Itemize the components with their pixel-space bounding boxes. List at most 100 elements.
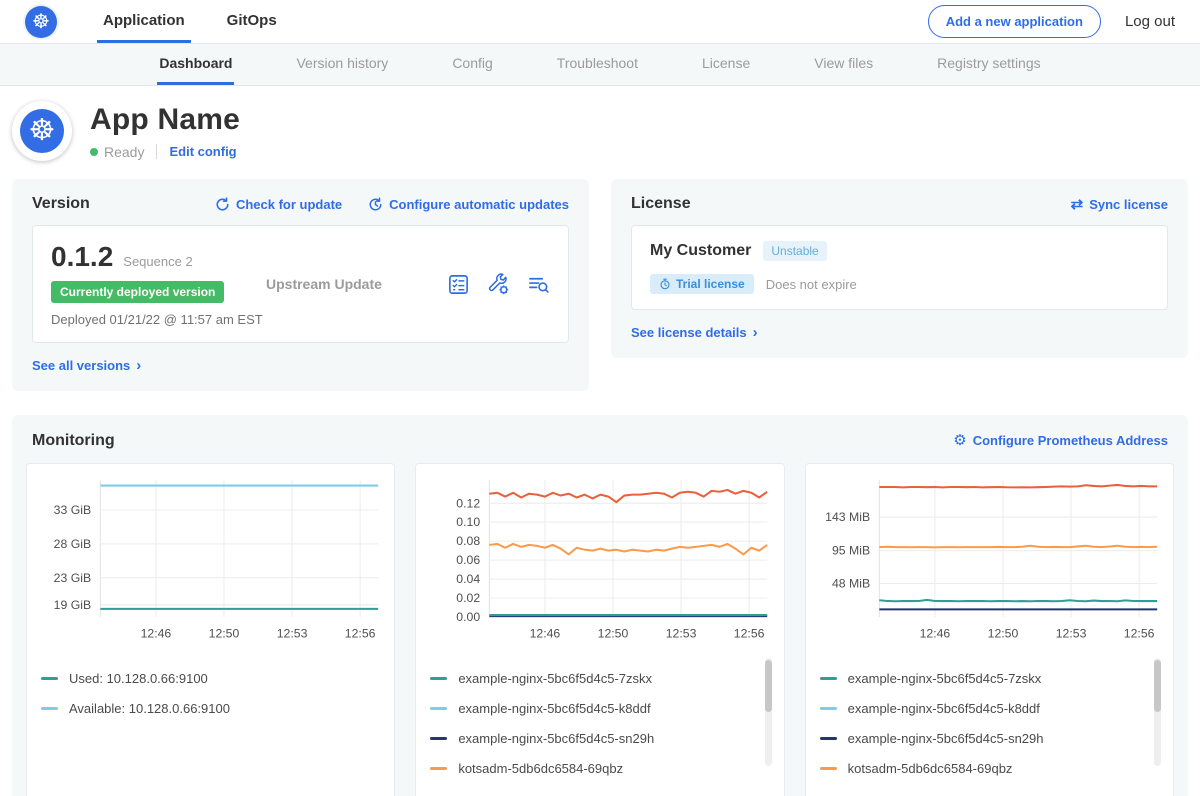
divider [156,144,157,159]
legend-color-dash-icon [820,707,837,710]
scrollbar-thumb[interactable] [765,660,772,712]
legend-item: example-nginx-5bc6f5d4c5-sn29h [430,731,769,746]
edit-config-link[interactable]: Edit config [169,144,236,159]
legend-color-dash-icon [430,707,447,710]
status-dot-icon [90,148,98,156]
legend-item: Used: 10.128.0.66:9100 [41,671,380,686]
license-card: License ⇄ Sync license My Customer Unsta… [611,179,1188,358]
app-name-title: App Name [90,103,240,137]
legend-color-dash-icon [41,707,58,710]
version-number: 0.1.2 [51,241,113,273]
legend-color-dash-icon [820,677,837,680]
kubernetes-app-icon: ☸ [20,109,64,153]
version-source: Upstream Update [266,276,382,292]
tab-application[interactable]: Application [97,0,191,43]
see-all-versions-link[interactable]: See all versions › [32,357,141,374]
legend-scrollbar[interactable] [765,658,772,766]
subnav-config[interactable]: Config [450,44,494,85]
app-header: ☸ App Name Ready Edit config [0,86,1200,179]
legend-item: kotsadm-5db6dc6584-69qbz [820,761,1159,776]
channel-badge: Unstable [763,241,826,261]
chart-legend: example-nginx-5bc6f5d4c5-7zskx example-n… [426,656,773,791]
configure-automatic-updates-link[interactable]: Configure automatic updates [368,197,569,212]
license-card-title: License [631,195,691,213]
sync-icon: ⇄ [1071,195,1084,213]
logout-link[interactable]: Log out [1125,13,1175,30]
legend-color-dash-icon [430,767,447,770]
svg-text:12:53: 12:53 [666,626,697,640]
preflight-checks-icon[interactable] [447,273,470,296]
subnav-license[interactable]: License [700,44,752,85]
brand[interactable]: ☸ [25,0,57,43]
stopwatch-icon [659,278,671,290]
sync-license-link[interactable]: ⇄ Sync license [1071,195,1168,213]
clock-refresh-icon [368,197,383,212]
chart-svg: 19 GiB23 GiB28 GiB33 GiB12:4612:5012:531… [37,474,384,648]
svg-text:0.00: 0.00 [457,610,481,624]
svg-text:143 MiB: 143 MiB [825,510,870,524]
top-nav: ☸ Application GitOps Add a new applicati… [0,0,1200,44]
legend-color-dash-icon [41,677,58,680]
svg-text:0.08: 0.08 [457,534,481,548]
scrollbar-thumb[interactable] [1154,660,1161,712]
svg-text:12:46: 12:46 [530,626,561,640]
chart-legend: Used: 10.128.0.66:9100 Available: 10.128… [37,656,384,791]
chart-svg: 0.000.020.040.060.080.100.1212:4612:5012… [426,474,773,648]
svg-text:0.06: 0.06 [457,553,481,567]
config-wrench-icon[interactable] [487,273,510,296]
legend-scrollbar[interactable] [1154,658,1161,766]
monitoring-section: Monitoring ⚙ Configure Prometheus Addres… [12,415,1188,796]
chart-legend: example-nginx-5bc6f5d4c5-7zskx example-n… [816,656,1163,791]
topnav-spacer [313,0,928,43]
legend-item: example-nginx-5bc6f5d4c5-k8ddf [820,701,1159,716]
view-logs-icon[interactable] [527,273,550,296]
svg-text:12:50: 12:50 [209,626,240,640]
add-application-button[interactable]: Add a new application [928,5,1101,38]
svg-text:23 GiB: 23 GiB [54,571,91,585]
svg-text:33 GiB: 33 GiB [54,503,91,517]
subnav-version-history[interactable]: Version history [294,44,390,85]
svg-text:0.04: 0.04 [457,572,481,586]
see-license-details-link[interactable]: See license details › [631,324,758,341]
tab-gitops[interactable]: GitOps [221,0,283,43]
svg-text:95 MiB: 95 MiB [832,544,870,558]
app-sub-nav: Dashboard Version history Config Trouble… [0,44,1200,86]
app-icon: ☸ [12,101,72,161]
legend-color-dash-icon [430,737,447,740]
svg-text:19 GiB: 19 GiB [54,598,91,612]
version-card-title: Version [32,195,90,213]
legend-color-dash-icon [430,677,447,680]
cpu-usage-chart-card: 0.000.020.040.060.080.100.1212:4612:5012… [415,463,784,796]
svg-text:0.10: 0.10 [457,515,481,529]
legend-item: example-nginx-5bc6f5d4c5-7zskx [430,671,769,686]
legend-color-dash-icon [820,767,837,770]
monitoring-title: Monitoring [32,432,115,450]
subnav-dashboard[interactable]: Dashboard [157,44,234,85]
svg-text:12:50: 12:50 [598,626,629,640]
kubernetes-logo-icon: ☸ [25,6,57,38]
subnav-troubleshoot[interactable]: Troubleshoot [555,44,640,85]
check-for-update-link[interactable]: Check for update [215,197,342,212]
subnav-registry-settings[interactable]: Registry settings [935,44,1042,85]
configure-prometheus-link[interactable]: ⚙ Configure Prometheus Address [953,431,1168,449]
app-status: Ready [104,144,144,160]
chevron-right-icon: › [753,324,758,341]
svg-text:12:56: 12:56 [345,626,376,640]
chart-svg: 48 MiB95 MiB143 MiB12:4612:5012:5312:56 [816,474,1163,648]
svg-text:12:50: 12:50 [987,626,1018,640]
license-expiry: Does not expire [766,277,857,292]
subnav-view-files[interactable]: View files [812,44,875,85]
svg-text:12:46: 12:46 [141,626,172,640]
version-sequence: Sequence 2 [123,254,192,269]
currently-deployed-badge: Currently deployed version [51,281,224,303]
refresh-icon [215,197,230,212]
deployed-timestamp: Deployed 01/21/22 @ 11:57 am EST [51,312,266,327]
trial-license-badge: Trial license [650,274,754,294]
svg-text:0.02: 0.02 [457,591,481,605]
customer-name: My Customer [650,242,751,260]
svg-text:12:56: 12:56 [1123,626,1154,640]
svg-text:12:53: 12:53 [277,626,308,640]
version-card: Version Check for update Configure au [12,179,589,391]
legend-item: example-nginx-5bc6f5d4c5-sn29h [820,731,1159,746]
legend-item: example-nginx-5bc6f5d4c5-k8ddf [430,701,769,716]
